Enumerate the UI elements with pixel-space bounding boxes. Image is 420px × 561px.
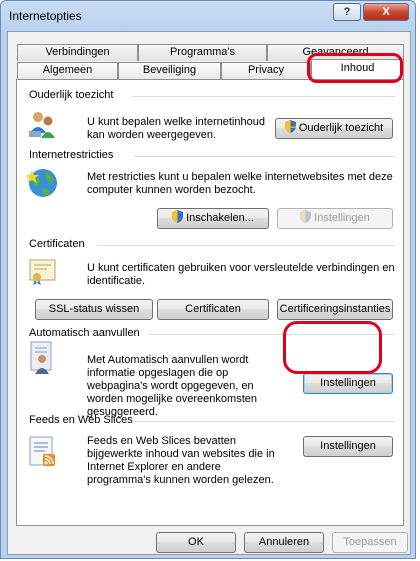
feeds-settings-button[interactable]: Instellingen <box>303 436 393 457</box>
autocomplete-description: Met Automatisch aanvullen wordt informat… <box>87 354 257 418</box>
section-divider <box>132 96 395 97</box>
autocomplete-person-icon <box>27 340 59 379</box>
restrictions-settings-button[interactable]: Instellingen <box>277 208 393 229</box>
internet-options-window: Internetopties ? X Verbindingen Programm… <box>0 0 416 559</box>
autocomplete-settings-button[interactable]: Instellingen <box>303 373 393 394</box>
tab-inhoud[interactable]: Inhoud <box>311 59 404 79</box>
tab-privacy[interactable]: Privacy <box>221 62 311 79</box>
clear-ssl-state-button[interactable]: SSL-status wissen <box>35 299 153 320</box>
enable-restrictions-button[interactable]: Inschakelen... <box>157 208 269 229</box>
section-title-parental: Ouderlijk toezicht <box>29 89 114 101</box>
uac-shield-icon <box>284 120 296 133</box>
feeds-description: Feeds en Web Slices bevatten bijgewerkte… <box>87 435 275 486</box>
uac-shield-icon <box>172 210 184 223</box>
tab-beveiliging[interactable]: Beveiliging <box>118 62 221 79</box>
help-button[interactable]: ? <box>333 3 361 21</box>
certificates-description: U kunt certificaten gebruiken voor versl… <box>87 262 395 287</box>
close-button[interactable]: X <box>363 3 409 21</box>
section-divider <box>97 245 395 246</box>
tab-programmas[interactable]: Programma's <box>138 44 267 61</box>
section-divider <box>133 421 395 422</box>
ok-button[interactable]: OK <box>156 532 236 553</box>
tab-verbindingen[interactable]: Verbindingen <box>17 44 138 61</box>
certificate-icon <box>27 255 59 290</box>
tab-algemeen[interactable]: Algemeen <box>17 62 118 79</box>
cancel-button[interactable]: Annuleren <box>244 532 324 553</box>
section-divider <box>134 156 395 157</box>
parental-users-icon <box>27 109 59 144</box>
uac-shield-icon <box>300 210 312 223</box>
apply-button[interactable]: Toepassen <box>332 532 408 553</box>
parental-controls-button[interactable]: Ouderlijk toezicht <box>275 118 393 139</box>
window-title: Internetopties <box>9 9 82 23</box>
section-title-certificates: Certificaten <box>29 238 85 250</box>
restrictions-settings-label: Instellingen <box>314 212 370 224</box>
title-bar[interactable]: Internetopties ? X <box>1 1 415 31</box>
certificates-button[interactable]: Certificaten <box>157 299 269 320</box>
restrictions-description: Met restricties kunt u bepalen welke int… <box>87 171 393 196</box>
certificate-authorities-button[interactable]: Certificeringsinstanties <box>277 299 393 320</box>
enable-restrictions-label: Inschakelen... <box>186 212 254 224</box>
parental-controls-label: Ouderlijk toezicht <box>298 122 384 134</box>
dialog-client: Verbindingen Programma's Geavanceerd Alg… <box>7 31 411 555</box>
feed-document-icon <box>27 435 59 472</box>
section-title-restrictions: Internetrestricties <box>29 149 114 161</box>
globe-star-icon <box>25 166 61 203</box>
section-divider <box>147 334 395 335</box>
content-tab-panel: Ouderlijk toezicht U kunt bepalen welke … <box>16 79 404 526</box>
parental-description: U kunt bepalen welke internetinhoud kan … <box>87 116 265 141</box>
section-title-autocomplete: Automatisch aanvullen <box>29 327 140 339</box>
section-title-feeds: Feeds en Web Slices <box>29 414 133 426</box>
